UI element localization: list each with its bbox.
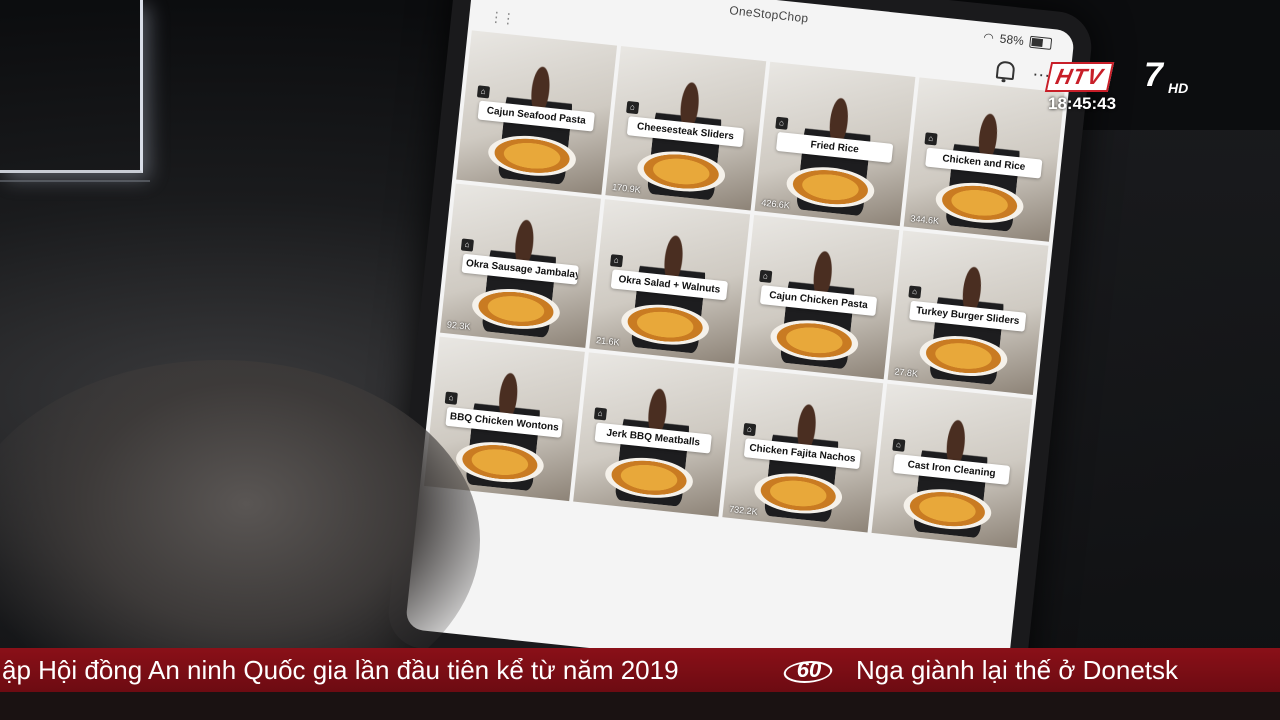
drag-handle[interactable]: ⋮⋮ (489, 8, 515, 27)
pin-icon: ⌂ (891, 438, 906, 452)
pin-icon: ⌂ (774, 116, 789, 130)
pin-icon: ⌂ (476, 85, 490, 99)
pin-icon: ⌂ (924, 132, 938, 146)
news-ticker: ập Hội đồng An ninh Quốc gia lần đầu tiê… (0, 648, 1280, 692)
status-indicators: ◠ 58% (983, 30, 1053, 51)
pin-icon: ⌂ (742, 422, 756, 437)
channel-number: 7 (1144, 56, 1163, 94)
app-title: OneStopChop (728, 3, 810, 26)
video-tile[interactable]: ⌂ Cajun Chicken Pasta (738, 214, 900, 380)
video-grid: ⌂ Cajun Seafood Pasta ⌂ Cheesesteak Slid… (420, 30, 1069, 549)
bell-icon[interactable] (995, 60, 1016, 81)
view-count: 92.3K (446, 319, 471, 332)
video-tile[interactable]: ⌂ Jerk BBQ Meatballs (573, 352, 735, 517)
view-count: 344.6K (910, 213, 940, 227)
wifi-icon: ◠ (982, 29, 995, 45)
video-tile[interactable]: ⌂ Cajun Seafood Pasta (456, 30, 618, 195)
pin-icon: ⌂ (625, 100, 639, 115)
channel-name: HTV (1044, 62, 1115, 92)
channel-quality: HD (1168, 80, 1189, 96)
video-tile[interactable]: ⌂ Okra Sausage Jambalaya 92.3K (440, 183, 601, 348)
video-tile[interactable]: ⌂ Chicken and Rice 344.6K (903, 77, 1065, 242)
pin-icon: ⌂ (444, 391, 458, 405)
pin-icon: ⌂ (593, 407, 607, 421)
pin-icon: ⌂ (908, 285, 922, 299)
pin-icon: ⌂ (758, 269, 773, 283)
battery-icon (1029, 35, 1053, 50)
monitor-edge (0, 0, 143, 173)
bottom-strip (0, 692, 1280, 720)
toolbar-actions: ··· (995, 59, 1051, 86)
video-tile[interactable]: ⌂ Okra Salad + Walnuts 21.6K (589, 199, 751, 364)
pin-icon: ⌂ (460, 238, 474, 252)
desk-edge (0, 180, 150, 262)
video-tile[interactable]: ⌂ Turkey Burger Sliders 27.8K (887, 230, 1049, 395)
video-tile[interactable]: ⌂ Fried Rice 426.6K (754, 61, 916, 227)
view-count: 732.2K (728, 503, 759, 517)
battery-percent: 58% (999, 31, 1025, 49)
ticker-logo: 60 (774, 653, 844, 687)
pin-icon: ⌂ (609, 254, 623, 268)
broadcast-clock: 18:45:43 (1048, 94, 1117, 113)
tablet-device: OneStopChop ◠ 58% ⋮⋮ ··· ⌂ Cajun Seafood… (385, 0, 1095, 712)
video-tile[interactable]: ⌂ Cast Iron Cleaning (871, 383, 1033, 549)
ticker-headline-left: ập Hội đồng An ninh Quốc gia lần đầu tiê… (2, 654, 679, 685)
view-count: 21.6K (595, 335, 621, 348)
ticker-headline-right: Nga giành lại thế ở Donetsk (856, 654, 1179, 685)
video-tile[interactable]: ⌂ Cheesesteak Sliders 170.9K (605, 46, 767, 211)
video-tile[interactable]: ⌂ Chicken Fajita Nachos 732.2K (722, 368, 884, 533)
tablet-screen: OneStopChop ◠ 58% ⋮⋮ ··· ⌂ Cajun Seafood… (404, 0, 1076, 692)
view-count: 426.6K (760, 197, 791, 211)
view-count: 27.8K (893, 366, 919, 379)
view-count: 170.9K (611, 181, 642, 195)
